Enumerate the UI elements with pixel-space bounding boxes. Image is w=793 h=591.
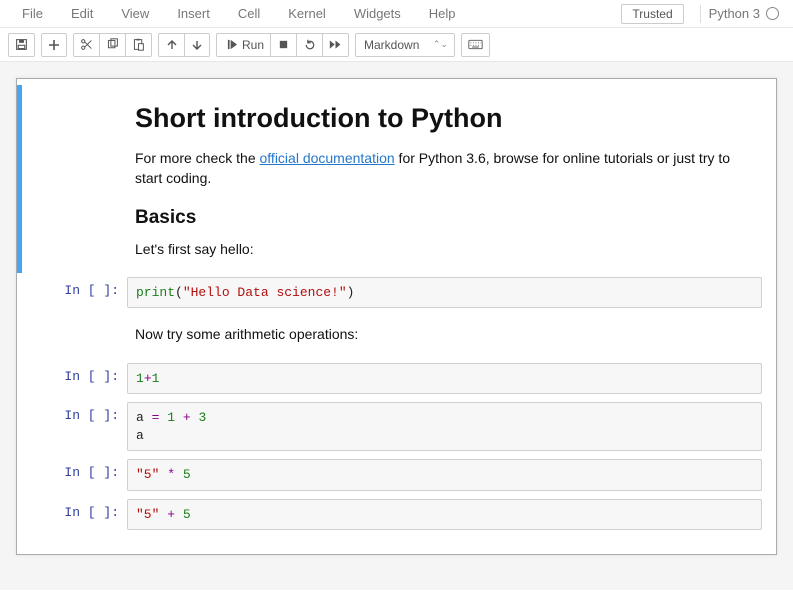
code-cell[interactable]: In [ ]:"5" * 5 [17,455,776,495]
arrow-up-icon [166,39,178,51]
copy-icon [106,38,119,51]
chevron-updown-icon: ⌃⌄ [433,39,448,50]
paste-button[interactable] [125,33,152,57]
restart-button[interactable] [296,33,322,57]
rendered-markdown[interactable]: Short introduction to Python For more che… [127,89,762,269]
rendered-markdown[interactable]: Now try some arithmetic operations: [127,316,762,354]
code-input[interactable]: "5" * 5 [127,459,762,491]
markdown-cell[interactable]: Now try some arithmetic operations: [17,312,776,358]
input-prompt: In [ ]: [31,402,127,451]
markdown-cell[interactable]: Short introduction to Python For more che… [17,85,776,273]
code-token: a [136,410,152,425]
run-button[interactable]: Run [216,33,270,57]
code-token: "5" [136,467,159,482]
code-token: + [167,507,175,522]
paragraph: Let's first say hello: [135,239,754,259]
move-down-button[interactable] [184,33,210,57]
plus-icon [48,39,60,51]
run-group: Run [216,33,349,57]
code-cell[interactable]: In [ ]:print("Hello Data science!") [17,273,776,313]
move-up-button[interactable] [158,33,184,57]
move-group [158,33,210,57]
arrow-down-icon [191,39,203,51]
code-token: + [144,371,152,386]
toolbar: Run Markdown ⌃⌄ [0,28,793,62]
scissors-icon [80,38,93,51]
menu-widgets[interactable]: Widgets [340,2,415,25]
paste-icon [132,38,145,51]
code-token: ( [175,285,183,300]
code-token: 5 [183,467,191,482]
command-palette-button[interactable] [461,33,490,57]
code-token [175,410,183,425]
paragraph: For more check the official documentatio… [135,148,754,189]
restart-icon [304,39,316,51]
code-token: "5" [136,507,159,522]
menu-edit[interactable]: Edit [57,2,107,25]
heading-2: Basics [135,207,754,229]
official-documentation-link[interactable]: official documentation [260,150,395,166]
code-token: 3 [198,410,206,425]
input-prompt: In [ ]: [31,459,127,491]
code-token: "Hello Data science!" [183,285,347,300]
input-prompt: In [ ]: [31,499,127,531]
code-cell[interactable]: In [ ]:1+1 [17,359,776,399]
divider [700,5,701,23]
code-token: + [183,410,191,425]
menu-insert[interactable]: Insert [163,2,224,25]
copy-button[interactable] [99,33,125,57]
fast-forward-icon [329,39,342,50]
code-cell[interactable]: In [ ]:a = 1 + 3 a [17,398,776,455]
kernel-name[interactable]: Python 3 [709,6,760,21]
cell-type-value: Markdown [364,38,419,52]
code-token: a [136,428,144,443]
code-token: 1 [136,371,144,386]
heading-1: Short introduction to Python [135,103,754,134]
trusted-indicator[interactable]: Trusted [621,4,683,24]
restart-run-all-button[interactable] [322,33,349,57]
code-input[interactable]: 1+1 [127,363,762,395]
code-cell[interactable]: In [ ]:"5" + 5 [17,495,776,535]
save-button[interactable] [8,33,35,57]
input-prompt: In [ ]: [31,363,127,395]
kernel-idle-icon[interactable] [766,7,779,20]
code-input[interactable]: print("Hello Data science!") [127,277,762,309]
code-token: 1 [152,371,160,386]
code-token: ) [347,285,355,300]
code-input[interactable]: "5" + 5 [127,499,762,531]
code-input[interactable]: a = 1 + 3 a [127,402,762,451]
menu-view[interactable]: View [107,2,163,25]
code-token [175,467,183,482]
run-label: Run [242,38,264,52]
menu-kernel[interactable]: Kernel [274,2,340,25]
code-token: * [167,467,175,482]
menu-cell[interactable]: Cell [224,2,274,25]
keyboard-icon [468,39,483,50]
menu-file[interactable]: File [8,2,57,25]
interrupt-button[interactable] [270,33,296,57]
code-token: 1 [167,410,175,425]
run-step-icon [227,39,238,50]
notebook-container: Short introduction to Python For more che… [16,78,777,555]
paragraph: Now try some arithmetic operations: [135,324,754,344]
stop-icon [278,39,289,50]
code-token: 5 [183,507,191,522]
edit-group [73,33,152,57]
menubar: File Edit View Insert Cell Kernel Widget… [0,0,793,28]
cell-type-select[interactable]: Markdown ⌃⌄ [355,33,455,57]
save-icon [15,38,28,51]
menu-help[interactable]: Help [415,2,470,25]
prompt-empty [31,316,127,354]
code-token: print [136,285,175,300]
insert-cell-button[interactable] [41,33,67,57]
prompt-empty [31,89,127,269]
input-prompt: In [ ]: [31,277,127,309]
cut-button[interactable] [73,33,99,57]
notebook-background: Short introduction to Python For more che… [0,62,793,590]
code-token [175,507,183,522]
